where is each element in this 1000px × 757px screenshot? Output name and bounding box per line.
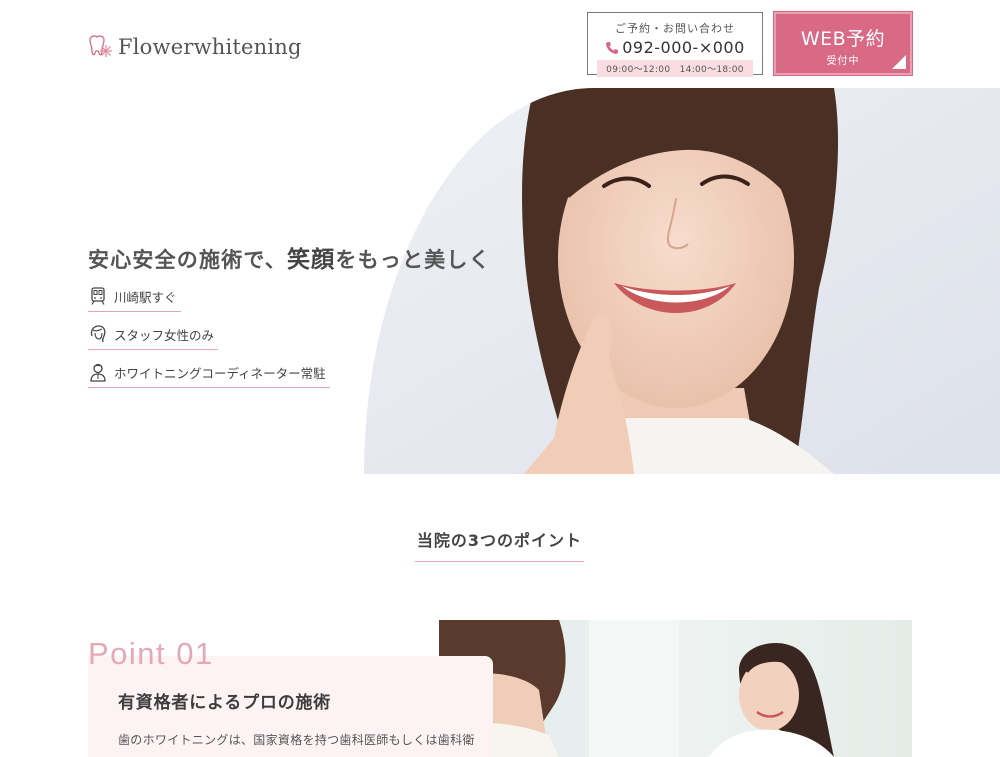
- point-body: 歯のホワイトニングは、国家資格を持つ歯科医師もしくは歯科衛: [118, 733, 475, 747]
- point-heading: 有資格者によるプロの施術: [118, 693, 332, 713]
- point-photo: [439, 620, 912, 757]
- contact-box[interactable]: ご予約・お問い合わせ 092-000-×000 09:00〜12:00 14:0…: [587, 12, 763, 77]
- feature-list: 川崎駅すぐ スタッフ女性のみ ホワイトニングコーディネーター常駐: [88, 286, 330, 400]
- feature-label: スタッフ女性のみ: [114, 327, 215, 343]
- smiling-woman-image: [364, 88, 1000, 474]
- phone-icon: [606, 41, 619, 54]
- web-reservation-button[interactable]: WEB予約 受付中: [773, 11, 913, 76]
- contact-phone[interactable]: 092-000-×000: [588, 38, 762, 57]
- contact-label: ご予約・お問い合わせ: [615, 22, 735, 35]
- corner-arrow-icon: [892, 55, 906, 69]
- feature-item-staff: スタッフ女性のみ: [88, 324, 219, 350]
- business-hours: 09:00〜12:00 14:00〜18:00: [597, 60, 753, 77]
- feature-label: ホワイトニングコーディネーター常駐: [114, 365, 326, 381]
- phone-number: 092-000-×000: [622, 38, 745, 57]
- web-reservation-sublabel: 受付中: [826, 56, 860, 67]
- hero-photo: [364, 88, 1000, 474]
- feature-item-coordinator: ホワイトニングコーディネーター常駐: [88, 362, 330, 388]
- web-reservation-label: WEB予約: [800, 28, 886, 50]
- site-header: Flowerwhitening ご予約・お問い合わせ 092-000-×000 …: [0, 0, 1000, 88]
- logo[interactable]: Flowerwhitening: [86, 34, 302, 60]
- headline-part1: 安心安全の施術で、: [88, 247, 287, 272]
- coordinator-icon: [90, 363, 106, 382]
- points-section-title: 当院の3つのポイント: [415, 527, 584, 562]
- train-icon: [91, 287, 105, 305]
- feature-label: 川崎駅すぐ: [114, 289, 177, 305]
- headline-accent: 笑顔: [286, 246, 336, 273]
- consultation-image: [439, 620, 912, 757]
- headline-part2: をもっと美しく: [335, 247, 491, 272]
- tooth-flower-icon: [89, 35, 112, 57]
- hero-headline: 安心安全の施術で、笑顔をもっと美しく: [88, 240, 491, 274]
- logo-text: Flowerwhitening: [118, 35, 302, 59]
- hero-section: 安心安全の施術で、笑顔をもっと美しく 川崎駅すぐ スタッフ女性のみ ホワイトニン…: [0, 88, 1000, 474]
- point-number: Point 01: [88, 636, 214, 671]
- feature-item-station: 川崎駅すぐ: [88, 286, 181, 312]
- woman-hair-icon: [90, 325, 106, 343]
